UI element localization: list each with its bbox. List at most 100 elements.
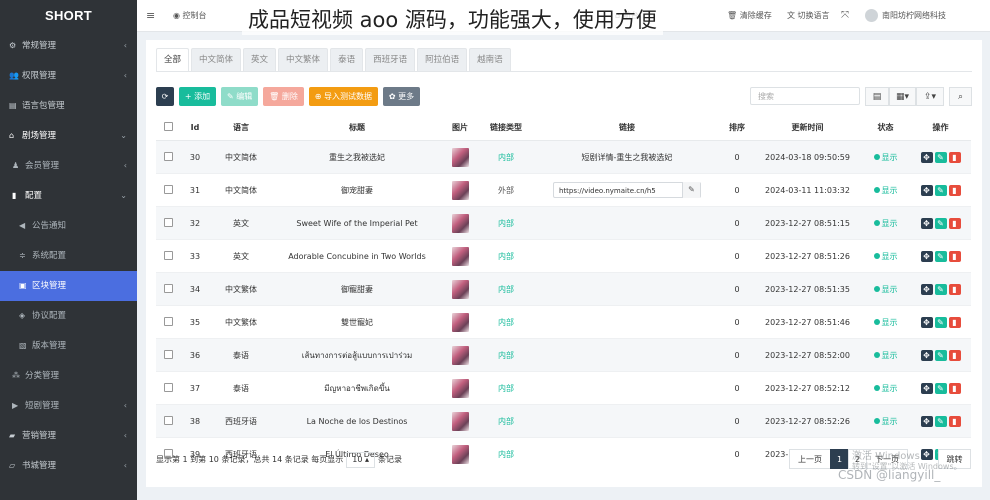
row-checkbox-cell[interactable]: [156, 404, 180, 438]
sidebar-item-10[interactable]: ▧ 版本管理: [0, 331, 137, 361]
status-badge[interactable]: 显示: [873, 318, 898, 327]
thumbnail-image[interactable]: [451, 345, 469, 365]
row-edit-button[interactable]: ✎: [934, 250, 947, 262]
drag-sort-button[interactable]: ✥: [920, 184, 933, 196]
thumbnail-image[interactable]: [451, 378, 469, 398]
table-row[interactable]: 31 中文简体 御宠甜妻 外部 https://video.nymaite.cn/h5 ✎…: [156, 173, 971, 207]
row-checkbox-cell[interactable]: [156, 173, 180, 207]
row-checkbox-cell[interactable]: [156, 272, 180, 306]
row-checkbox[interactable]: [163, 217, 173, 227]
language-switch[interactable]: 文 切换语言: [787, 0, 830, 31]
row-checkbox-cell[interactable]: [156, 305, 180, 339]
link-type-label[interactable]: 内部: [498, 351, 514, 360]
sidebar-item-4[interactable]: ♟ 会员管理 ‹: [0, 151, 137, 181]
drag-sort-button[interactable]: ✥: [920, 250, 933, 262]
toggle-view-icon[interactable]: ▤: [865, 87, 889, 106]
status-badge[interactable]: 显示: [873, 285, 898, 294]
status-badge[interactable]: 显示: [873, 219, 898, 228]
sidebar-item-5[interactable]: ▮ 配置 ⌄: [0, 181, 137, 211]
sidebar-item-14[interactable]: ▱ 书城管理 ‹: [0, 451, 137, 481]
sidebar-item-11[interactable]: ⁂ 分类管理: [0, 361, 137, 391]
sidebar-item-13[interactable]: ▰ 营销管理 ‹: [0, 421, 137, 451]
row-checkbox-cell[interactable]: [156, 371, 180, 405]
tab-4[interactable]: 泰语: [330, 48, 364, 71]
page-1-button[interactable]: 1: [830, 449, 849, 469]
table-row[interactable]: 30 中文简体 重生之我被选妃 内部 短剧详情-重生之我被选妃 0 2024-03-18 0…: [156, 140, 971, 174]
search-input[interactable]: 搜索: [750, 87, 860, 105]
status-badge[interactable]: 显示: [873, 384, 898, 393]
row-edit-button[interactable]: ✎: [934, 415, 947, 427]
drag-sort-button[interactable]: ✥: [920, 349, 933, 361]
row-checkbox[interactable]: [163, 151, 173, 161]
thumbnail-image[interactable]: [451, 180, 469, 200]
thumbnail-image[interactable]: [451, 279, 469, 299]
status-badge[interactable]: 显示: [873, 153, 898, 162]
sidebar-item-3[interactable]: ⌂ 剧场管理 ⌄: [0, 121, 137, 151]
select-all-checkbox-cell[interactable]: [156, 115, 180, 141]
row-checkbox-cell[interactable]: [156, 206, 180, 240]
row-edit-button[interactable]: ✎: [934, 151, 947, 163]
sidebar-item-2[interactable]: ▤ 语言包管理: [0, 91, 137, 121]
tab-7[interactable]: 越南语: [469, 48, 511, 71]
link-type-label[interactable]: 内部: [498, 318, 514, 327]
fullscreen-icon[interactable]: ⤧: [841, 0, 849, 31]
tab-1[interactable]: 中文简体: [191, 48, 242, 71]
table-row[interactable]: 33 英文 Adorable Concubine in Two Worlds 内部 0 2…: [156, 239, 971, 273]
menu-toggle-icon[interactable]: ≡: [146, 0, 155, 31]
drag-sort-button[interactable]: ✥: [920, 217, 933, 229]
row-checkbox-cell[interactable]: [156, 338, 180, 372]
row-delete-button[interactable]: ▮: [948, 349, 961, 361]
row-delete-button[interactable]: ▮: [948, 184, 961, 196]
row-checkbox-cell[interactable]: [156, 140, 180, 174]
row-checkbox[interactable]: [163, 415, 173, 425]
nav-dashboard-link[interactable]: ◉ 控制台: [173, 0, 207, 31]
link-type-label[interactable]: 内部: [498, 450, 514, 459]
delete-button[interactable]: 🗑 删除: [263, 87, 304, 106]
link-type-label[interactable]: 内部: [498, 384, 514, 393]
search-icon[interactable]: ⌕: [949, 87, 972, 106]
table-row[interactable]: 35 中文繁体 雙世寵妃 内部 0 2023-12-27 08:51:46 显示 ✥ ✎ ▮: [156, 305, 971, 339]
drag-sort-button[interactable]: ✥: [920, 415, 933, 427]
import-test-data-button[interactable]: ⊕ 导入测试数据: [308, 87, 378, 106]
row-edit-button[interactable]: ✎: [934, 349, 947, 361]
tab-0[interactable]: 全部: [156, 48, 190, 71]
sidebar-item-1[interactable]: 👥 权限管理 ‹: [0, 61, 137, 91]
export-icon[interactable]: ⇪▾: [916, 87, 944, 106]
refresh-button[interactable]: ⟳: [156, 87, 174, 106]
row-checkbox-cell[interactable]: [156, 239, 180, 273]
prev-page-button[interactable]: 上一页: [789, 449, 831, 469]
link-icon[interactable]: ✎: [682, 182, 700, 198]
row-edit-button[interactable]: ✎: [934, 217, 947, 229]
thumbnail-image[interactable]: [451, 246, 469, 266]
table-row[interactable]: 34 中文繁体 御寵甜妻 内部 0 2023-12-27 08:51:35 显示 ✥ ✎ ▮: [156, 272, 971, 306]
brand-logo[interactable]: SHORT: [0, 0, 137, 31]
clear-cache-button[interactable]: 🗑 清除缓存: [727, 0, 772, 31]
tab-5[interactable]: 西班牙语: [365, 48, 416, 71]
row-checkbox[interactable]: [163, 349, 173, 359]
row-delete-button[interactable]: ▮: [948, 415, 961, 427]
row-checkbox[interactable]: [163, 184, 173, 194]
table-row[interactable]: 38 西班牙语 La Noche de los Destinos 内部 0 2023-12…: [156, 404, 971, 438]
row-checkbox[interactable]: [163, 283, 173, 293]
status-badge[interactable]: 显示: [873, 252, 898, 261]
more-button[interactable]: ✿ 更多: [382, 87, 421, 106]
row-edit-button[interactable]: ✎: [934, 316, 947, 328]
link-type-label[interactable]: 内部: [498, 219, 514, 228]
link-type-label[interactable]: 内部: [498, 417, 514, 426]
select-all-checkbox[interactable]: [163, 122, 173, 131]
sidebar-item-12[interactable]: ▶ 短剧管理 ‹: [0, 391, 137, 421]
drag-sort-button[interactable]: ✥: [920, 316, 933, 328]
thumbnail-image[interactable]: [451, 147, 469, 167]
table-row[interactable]: 32 英文 Sweet Wife of the Imperial Pet 内部 0 202…: [156, 206, 971, 240]
sidebar-item-8[interactable]: ▣ 区块管理: [0, 271, 137, 301]
link-type-label[interactable]: 外部: [498, 186, 514, 195]
thumbnail-image[interactable]: [451, 312, 469, 332]
link-type-label[interactable]: 内部: [498, 285, 514, 294]
thumbnail-image[interactable]: [451, 213, 469, 233]
table-row[interactable]: 37 泰语 มีญหาอาชีพเกิดขึ้น 内部 0 2023-12-27 08:5…: [156, 371, 971, 405]
row-delete-button[interactable]: ▮: [948, 250, 961, 262]
row-checkbox[interactable]: [163, 316, 173, 326]
link-type-label[interactable]: 内部: [498, 153, 514, 162]
row-delete-button[interactable]: ▮: [948, 217, 961, 229]
row-edit-button[interactable]: ✎: [934, 283, 947, 295]
